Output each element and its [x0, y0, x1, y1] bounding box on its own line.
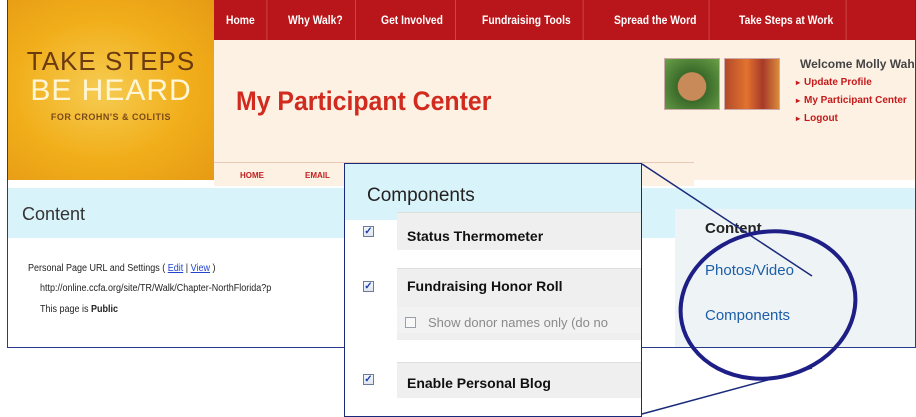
page-title: My Participant Center — [236, 86, 492, 116]
take-steps-logo[interactable]: TAKE STEPS BE HEARD FOR CROHN'S & COLITI… — [8, 0, 214, 180]
page-status-prefix: This page is — [40, 304, 92, 315]
callout-title: Components — [367, 185, 475, 206]
page-status-line: This page is Public — [40, 304, 118, 315]
url-settings-label: Personal Page URL and Settings ( — [28, 263, 166, 274]
nav-take-steps-at-work[interactable]: Take Steps at Work — [727, 0, 847, 40]
honor-roll-checkbox[interactable]: ✓ — [363, 281, 374, 292]
nav-why-walk[interactable]: Why Walk? — [276, 0, 356, 40]
side-panel-title: Content — [705, 220, 762, 237]
link-separator: | — [183, 263, 191, 274]
update-profile-link[interactable]: ▸ Update Profile — [796, 77, 872, 88]
status-thermometer-checkbox[interactable]: ✓ — [363, 226, 374, 237]
my-participant-center-label: My Participant Center — [804, 95, 907, 106]
update-profile-label: Update Profile — [804, 77, 872, 88]
nav-home[interactable]: Home — [214, 0, 268, 40]
photos-video-link[interactable]: Photos/Video — [705, 262, 794, 279]
content-title: Content — [22, 204, 86, 224]
components-link[interactable]: Components — [705, 307, 790, 324]
nav-fundraising-tools[interactable]: Fundraising Tools — [470, 0, 584, 40]
personal-blog-checkbox[interactable]: ✓ — [363, 374, 374, 385]
page-status-value: Public — [91, 304, 119, 315]
personal-blog-label: Enable Personal Blog — [407, 375, 551, 391]
logout-label: Logout — [804, 113, 838, 124]
arrow-right-icon: ▸ — [796, 78, 801, 87]
team-photo — [724, 58, 780, 110]
logo-line-1: TAKE STEPS — [26, 46, 196, 76]
components-callout: Components ✓ Status Thermometer ✓ Fundra… — [344, 163, 642, 417]
arrow-right-icon: ▸ — [796, 96, 801, 105]
donor-names-label: Show donor names only (do no — [428, 315, 608, 330]
zoom-line-bottom — [641, 367, 813, 415]
logo-line-3: FOR CROHN'S & COLITIS — [50, 112, 172, 122]
nav-get-involved[interactable]: Get Involved — [369, 0, 456, 40]
arrow-right-icon: ▸ — [796, 114, 801, 123]
subnav-email[interactable]: EMAIL — [305, 171, 330, 180]
status-thermometer-label: Status Thermometer — [407, 228, 544, 244]
participant-photo — [664, 58, 720, 110]
url-settings-line: Personal Page URL and Settings ( Edit | … — [28, 263, 215, 274]
donor-names-checkbox[interactable] — [405, 317, 416, 328]
subnav-home[interactable]: HOME — [240, 171, 264, 180]
logout-link[interactable]: ▸ Logout — [796, 113, 838, 124]
edit-link[interactable]: Edit — [168, 263, 184, 274]
my-participant-center-link[interactable]: ▸ My Participant Center — [796, 95, 907, 106]
nav-spread-the-word[interactable]: Spread the Word — [602, 0, 710, 40]
close-paren: ) — [209, 263, 216, 274]
logo-line-2: BE HEARD — [30, 74, 192, 107]
top-navigation: Home Why Walk? Get Involved Fundraising … — [214, 0, 915, 40]
view-link[interactable]: View — [191, 263, 210, 274]
honor-roll-label: Fundraising Honor Roll — [407, 278, 563, 294]
welcome-message: Welcome Molly Wahl — [800, 57, 916, 71]
page-url[interactable]: http://online.ccfa.org/site/TR/Walk/Chap… — [40, 283, 271, 294]
